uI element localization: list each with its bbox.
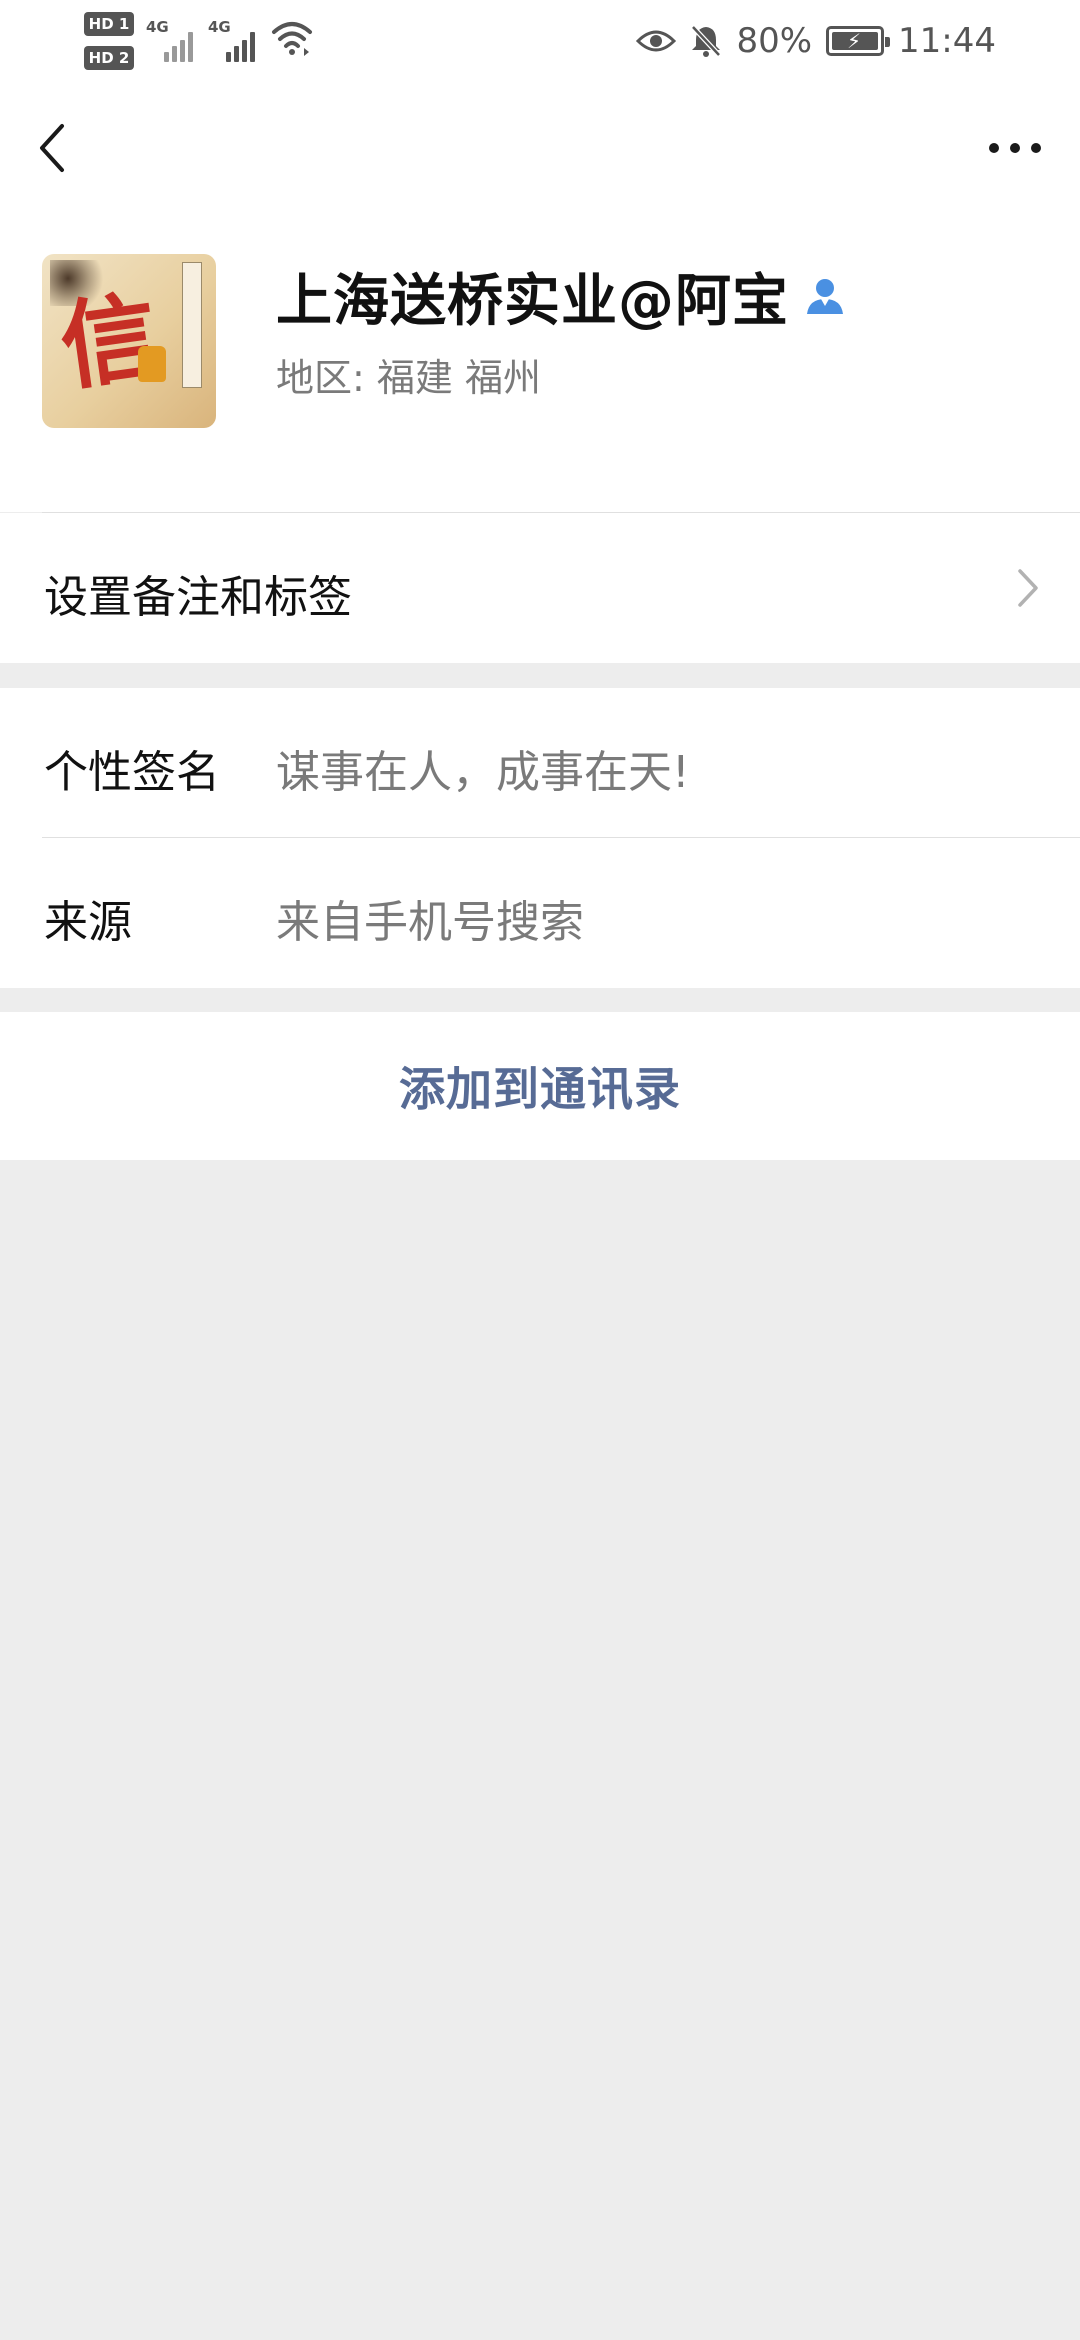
display-name: 上海送桥实业@阿宝 (276, 268, 789, 334)
signature-value: 谋事在人，成事在天! (276, 747, 690, 798)
source-value: 来自手机号搜索 (276, 897, 584, 948)
profile-header: 信 上海送桥实业@阿宝 地区: 福建 福州 (0, 212, 1080, 513)
eye-icon (636, 30, 677, 52)
battery-icon: ⚡ (826, 26, 891, 56)
info-group: 个性签名 谋事在人，成事在天! 来源 来自手机号搜索 (0, 688, 1080, 988)
wifi-icon (272, 22, 312, 56)
avatar-scroll-strip (182, 262, 202, 388)
avatar[interactable]: 信 (42, 254, 216, 428)
more-options-button[interactable] (980, 112, 1050, 182)
set-remark-and-tags-row[interactable]: 设置备注和标签 (0, 513, 1080, 663)
system-indicators: 80% ⚡ 11:44 (636, 14, 996, 68)
sim2-hd-badge: HD 2 (84, 46, 134, 70)
contact-profile-screen: HD 1 HD 2 4G 4G 80% ⚡ 11:44 信 上海送桥实业@阿宝 … (0, 0, 1080, 2340)
clock-time: 11:44 (898, 21, 996, 61)
sim1-network-type: 4G (146, 18, 169, 36)
chevron-right-icon (1018, 569, 1038, 607)
status-bar: HD 1 HD 2 4G 4G 80% ⚡ 11:44 (0, 0, 1080, 82)
name-row: 上海送桥实业@阿宝 (276, 256, 847, 336)
person-icon (807, 279, 843, 314)
source-row: 来源 来自手机号搜索 (0, 838, 1080, 988)
bell-off-icon (691, 25, 722, 57)
sim2-signal-icon: 4G (208, 18, 258, 62)
remark-label: 设置备注和标签 (44, 572, 352, 623)
avatar-seal (138, 346, 166, 382)
signature-row: 个性签名 谋事在人，成事在天! (0, 688, 1080, 838)
sim2-network-type: 4G (208, 18, 231, 36)
avatar-calligraphy-glyph: 信 (53, 278, 165, 405)
back-button[interactable] (30, 112, 100, 182)
chevron-left-icon (40, 124, 64, 172)
region-text: 地区: 福建 福州 (276, 356, 541, 400)
sim1-signal-icon: 4G (146, 18, 196, 62)
top-nav-bar (0, 82, 1080, 212)
more-dots-icon (989, 143, 1041, 153)
source-label: 来源 (44, 897, 132, 948)
signature-label: 个性签名 (44, 747, 220, 798)
battery-percent: 80% (736, 21, 813, 61)
sim1-hd-badge: HD 1 (84, 12, 134, 36)
add-to-contacts-button[interactable]: 添加到通讯录 (0, 1012, 1080, 1160)
add-contact-section: 添加到通讯录 (0, 1012, 1080, 1160)
